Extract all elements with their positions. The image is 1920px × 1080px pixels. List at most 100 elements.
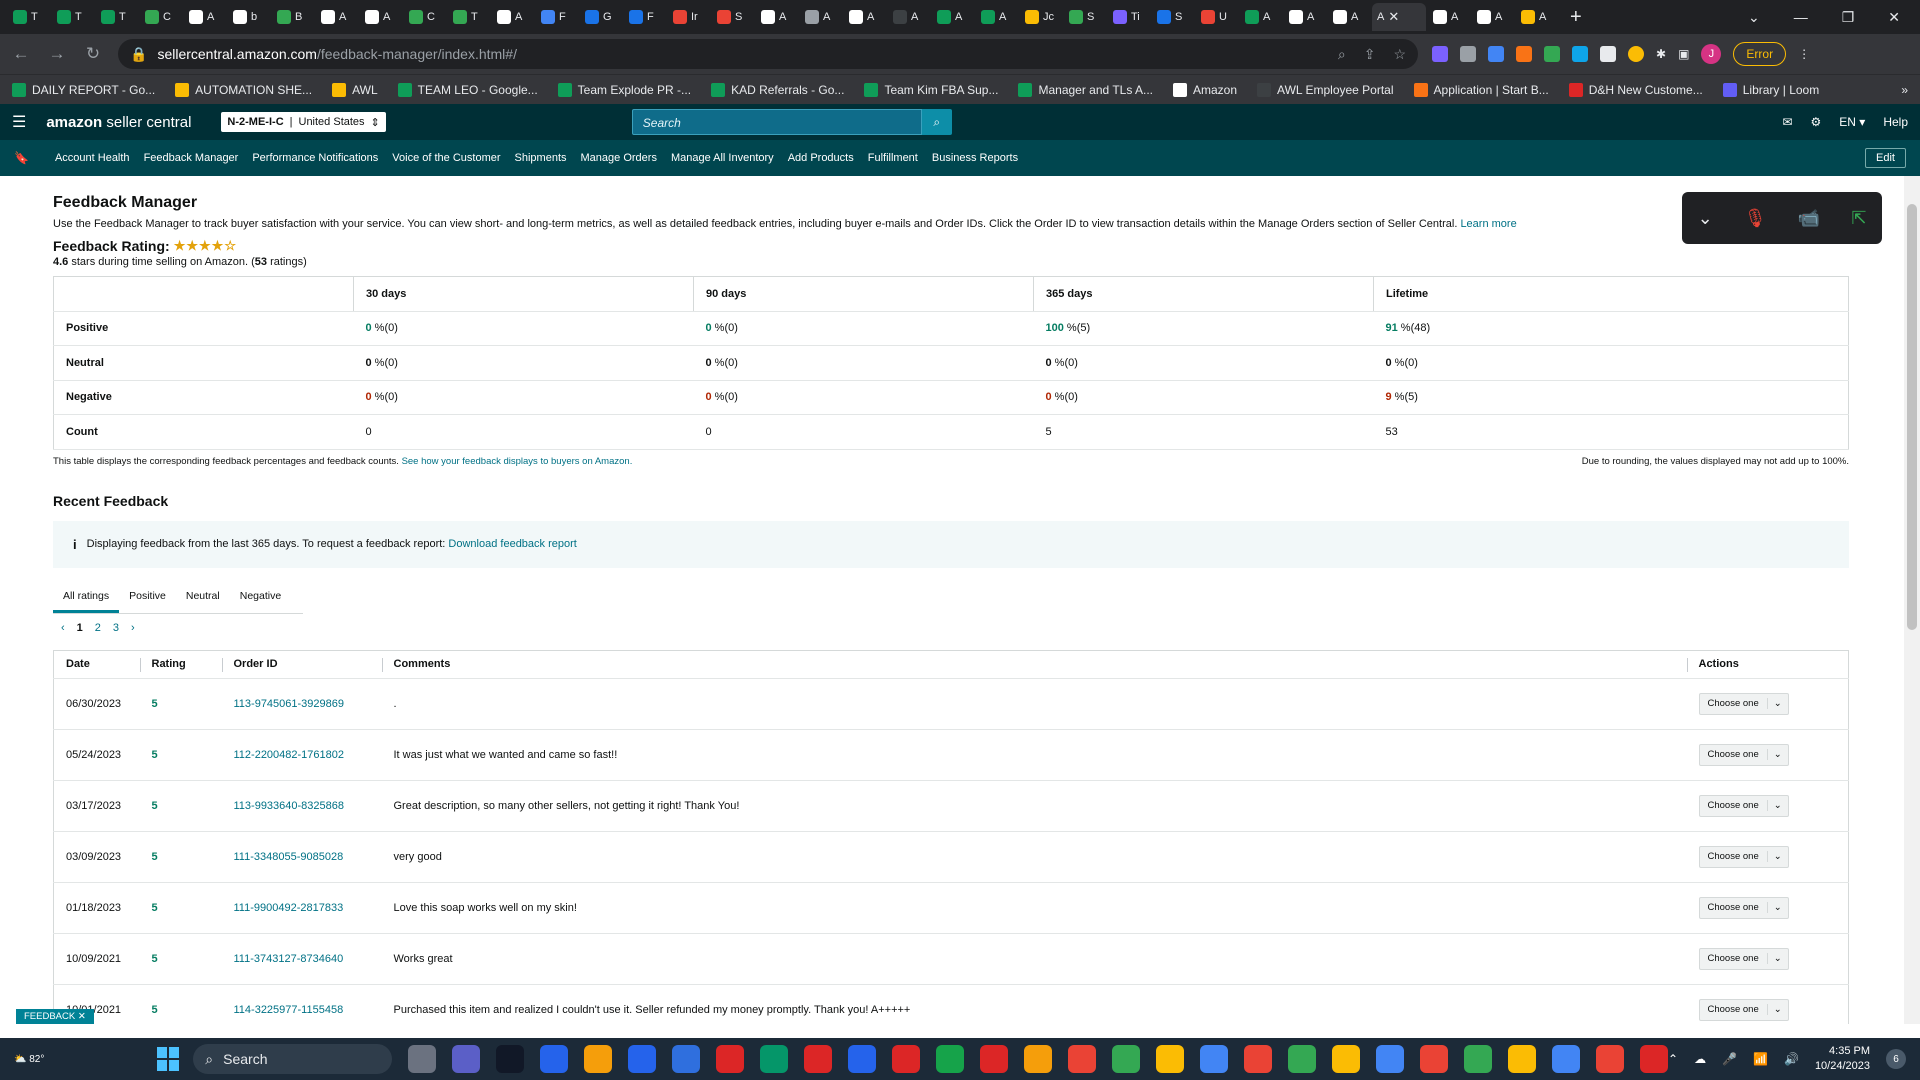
actions-dropdown[interactable]: Choose one ⌄ (1698, 692, 1789, 715)
taskbar-app-icon[interactable] (540, 1045, 569, 1073)
order-id-link[interactable]: 112-2200482-1761802 (234, 749, 345, 761)
browser-tab[interactable]: A (1328, 3, 1370, 31)
sidepanel-icon[interactable]: ▣ (1678, 47, 1689, 61)
browser-tab[interactable]: A (360, 3, 402, 31)
cloud-icon[interactable]: ☁ (1694, 1052, 1706, 1066)
close-window-icon[interactable]: ✕ (1888, 9, 1900, 26)
bookmark-item[interactable]: AUTOMATION SHE... (175, 82, 312, 97)
mail-icon[interactable]: ✉ (1782, 115, 1792, 129)
tab-negative[interactable]: Negative (230, 582, 291, 613)
taskbar-app-icon[interactable] (1200, 1045, 1229, 1073)
notification-badge[interactable]: 6 (1886, 1049, 1906, 1069)
extension-icon[interactable] (1516, 46, 1532, 62)
bookmark-star-icon[interactable]: ☆ (1393, 46, 1406, 63)
taskbar-app-icon[interactable] (1596, 1045, 1625, 1073)
volume-icon[interactable]: 🔊 (1784, 1052, 1799, 1066)
buyer-display-link[interactable]: See how your feedback displays to buyers… (402, 456, 633, 467)
browser-tab[interactable]: A (316, 3, 358, 31)
order-id-link[interactable]: 113-9933640-8325868 (234, 800, 345, 812)
taskbar-app-icon[interactable] (980, 1045, 1009, 1073)
taskbar-app-icon[interactable] (1024, 1045, 1053, 1073)
extension-icon[interactable] (1432, 46, 1448, 62)
bookmark-item[interactable]: Application | Start B... (1413, 82, 1549, 97)
browser-tab[interactable]: S (1152, 3, 1194, 31)
mic-icon[interactable]: 🎤 (1722, 1052, 1737, 1066)
taskbar-app-icon[interactable] (1552, 1045, 1581, 1073)
learn-more-link[interactable]: Learn more (1460, 218, 1516, 230)
taskbar-app-icon[interactable] (1640, 1045, 1669, 1073)
zoom-icon[interactable]: ⌕ (1338, 46, 1346, 63)
close-icon[interactable]: ✕ (1388, 9, 1399, 25)
browser-tab[interactable]: B (272, 3, 314, 31)
scrollbar-thumb[interactable] (1907, 204, 1917, 630)
forward-icon[interactable]: → (46, 44, 68, 64)
extension-icon[interactable] (1460, 46, 1476, 62)
taskbar-app-icon[interactable] (1068, 1045, 1097, 1073)
order-id-link[interactable]: 114-3225977-1155458 (234, 1004, 344, 1016)
extension-icon[interactable] (1600, 46, 1616, 62)
language-selector[interactable]: EN ▾ (1839, 115, 1865, 129)
nav-item[interactable]: Add Products (788, 152, 854, 164)
bookmark-item[interactable]: DAILY REPORT - Go... (12, 82, 155, 97)
nav-item[interactable]: Voice of the Customer (392, 152, 500, 164)
feedback-tag[interactable]: FEEDBACK ✕ (16, 1009, 94, 1024)
edit-nav-button[interactable]: Edit (1865, 148, 1906, 168)
browser-tab[interactable]: A (932, 3, 974, 31)
minimize-icon[interactable]: — (1794, 9, 1808, 26)
actions-dropdown[interactable]: Choose one ⌄ (1698, 896, 1789, 919)
nav-item[interactable]: Shipments (515, 152, 567, 164)
browser-tab[interactable]: A (1240, 3, 1282, 31)
browser-tab[interactable]: A (888, 3, 930, 31)
order-id-link[interactable]: 111-9900492-2817833 (234, 902, 344, 914)
taskbar-app-icon[interactable] (936, 1045, 965, 1073)
search-input[interactable]: Search (631, 109, 922, 135)
browser-tab[interactable]: Ti (1108, 3, 1150, 31)
page-link[interactable]: 2 (95, 622, 101, 634)
taskbar-app-icon[interactable] (1244, 1045, 1273, 1073)
taskbar-app-icon[interactable] (1420, 1045, 1449, 1073)
bookmark-item[interactable]: Manager and TLs A... (1018, 82, 1153, 97)
browser-tab[interactable]: S (712, 3, 754, 31)
chevron-down-icon[interactable]: ⌄ (1698, 208, 1713, 229)
actions-dropdown[interactable]: Choose one ⌄ (1698, 998, 1789, 1021)
chevron-left-icon[interactable]: ‹ (61, 622, 65, 634)
order-id-link[interactable]: 111-3743127-8734640 (234, 953, 344, 965)
menu-dots-icon[interactable]: ⋮ (1798, 47, 1810, 61)
nav-item[interactable]: Performance Notifications (252, 152, 378, 164)
restore-icon[interactable]: ❐ (1842, 9, 1855, 26)
browser-tab[interactable]: A (1284, 3, 1326, 31)
taskbar-app-icon[interactable] (1332, 1045, 1361, 1073)
url-field[interactable]: 🔒 sellercentral.amazon.com/feedback-mana… (118, 39, 1418, 69)
browser-tab[interactable]: G (580, 3, 622, 31)
taskbar-app-icon[interactable] (408, 1045, 437, 1073)
browser-tab[interactable]: A (976, 3, 1018, 31)
mic-off-icon[interactable]: 🎙 (1744, 208, 1767, 229)
browser-tab[interactable]: C (404, 3, 446, 31)
browser-tab[interactable]: A (1428, 3, 1470, 31)
weather-widget[interactable]: ⛅ 82° (14, 1054, 127, 1065)
actions-dropdown[interactable]: Choose one ⌄ (1698, 794, 1789, 817)
bookmark-item[interactable]: Team Explode PR -... (557, 82, 691, 97)
taskbar-app-icon[interactable] (716, 1045, 745, 1073)
actions-dropdown[interactable]: Choose one ⌄ (1698, 845, 1789, 868)
hamburger-menu-icon[interactable]: ☰ (12, 112, 26, 132)
browser-tab[interactable]: Ir (668, 3, 710, 31)
taskbar-app-icon[interactable] (628, 1045, 657, 1073)
extension-icon[interactable] (1572, 46, 1588, 62)
bookmark-item[interactable]: Library | Loom (1722, 82, 1819, 97)
browser-tab[interactable]: C (140, 3, 182, 31)
taskbar-app-icon[interactable] (804, 1045, 833, 1073)
browser-tab[interactable]: F (624, 3, 666, 31)
bookmark-item[interactable]: AWL Employee Portal (1257, 82, 1394, 97)
seller-central-logo[interactable]: amazon seller central (46, 114, 191, 131)
extension-icon[interactable] (1544, 46, 1560, 62)
windows-start-icon[interactable] (156, 1047, 180, 1071)
browser-tab[interactable]: A (184, 3, 226, 31)
extension-icon[interactable] (1488, 46, 1504, 62)
tab-neutral[interactable]: Neutral (176, 582, 230, 613)
share-icon[interactable]: ⇪ (1364, 46, 1376, 63)
browser-tab[interactable]: U (1196, 3, 1238, 31)
bookmark-item[interactable]: AWL (332, 82, 378, 97)
browser-tab[interactable]: A (844, 3, 886, 31)
gear-icon[interactable]: ⚙ (1811, 115, 1822, 129)
